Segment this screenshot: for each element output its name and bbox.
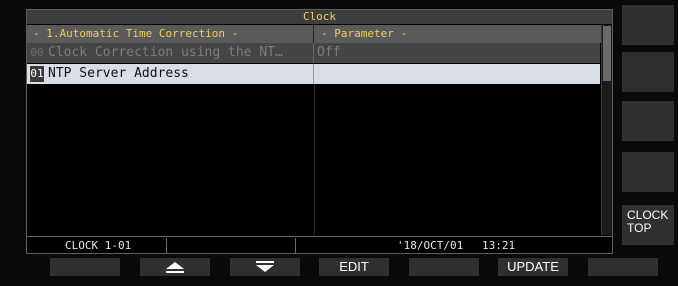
table-header: - 1.Automatic Time Correction - - Parame…: [27, 25, 612, 43]
date-readout: '18/OCT/01: [397, 239, 464, 252]
side-key-4[interactable]: [622, 152, 674, 192]
page-indicator: CLOCK 1-01: [65, 239, 132, 252]
bottom-key-f5[interactable]: [409, 258, 479, 276]
scrollbar-thumb[interactable]: [603, 26, 611, 81]
status-bar: CLOCK 1-01 '18/OCT/01 13:21: [27, 236, 612, 254]
row-label: Clock Correction using the NT…: [48, 43, 314, 63]
side-key-3[interactable]: [622, 101, 674, 141]
status-divider: [166, 238, 167, 254]
row-index: 00: [30, 45, 44, 61]
bottom-key-f7[interactable]: [588, 258, 658, 276]
clock-menu-window: Clock - 1.Automatic Time Correction - - …: [26, 9, 613, 254]
menu-row-ntp-server-address[interactable]: 01 NTP Server Address: [27, 64, 600, 84]
scroll-up-button[interactable]: [140, 258, 210, 276]
bottom-key-f1[interactable]: [50, 258, 120, 276]
status-divider: [295, 238, 296, 254]
triangle-up-icon: [166, 262, 184, 273]
side-key-1[interactable]: [622, 5, 674, 45]
edit-button[interactable]: EDIT: [319, 258, 389, 276]
side-key-2[interactable]: [622, 52, 674, 92]
scroll-down-button[interactable]: [230, 258, 300, 276]
window-title: Clock: [27, 10, 612, 24]
menu-row-clock-correction[interactable]: 00 Clock Correction using the NT… Off: [27, 43, 600, 63]
scrollbar[interactable]: [601, 25, 612, 235]
row-index: 01: [30, 66, 44, 82]
update-button[interactable]: UPDATE: [498, 258, 568, 276]
triangle-down-icon: [256, 261, 274, 272]
clock-top-button[interactable]: CLOCK TOP: [622, 205, 674, 245]
clock-top-label-line2: TOP: [627, 221, 652, 235]
column-divider: [314, 85, 315, 235]
parameter-column-header: - Parameter -: [321, 27, 408, 40]
row-value: Off: [317, 45, 341, 60]
item-column-header: - 1.Automatic Time Correction -: [27, 25, 314, 43]
time-readout: 13:21: [482, 239, 516, 252]
radio-screen: Clock - 1.Automatic Time Correction - - …: [0, 0, 678, 286]
row-label: NTP Server Address: [48, 64, 314, 84]
